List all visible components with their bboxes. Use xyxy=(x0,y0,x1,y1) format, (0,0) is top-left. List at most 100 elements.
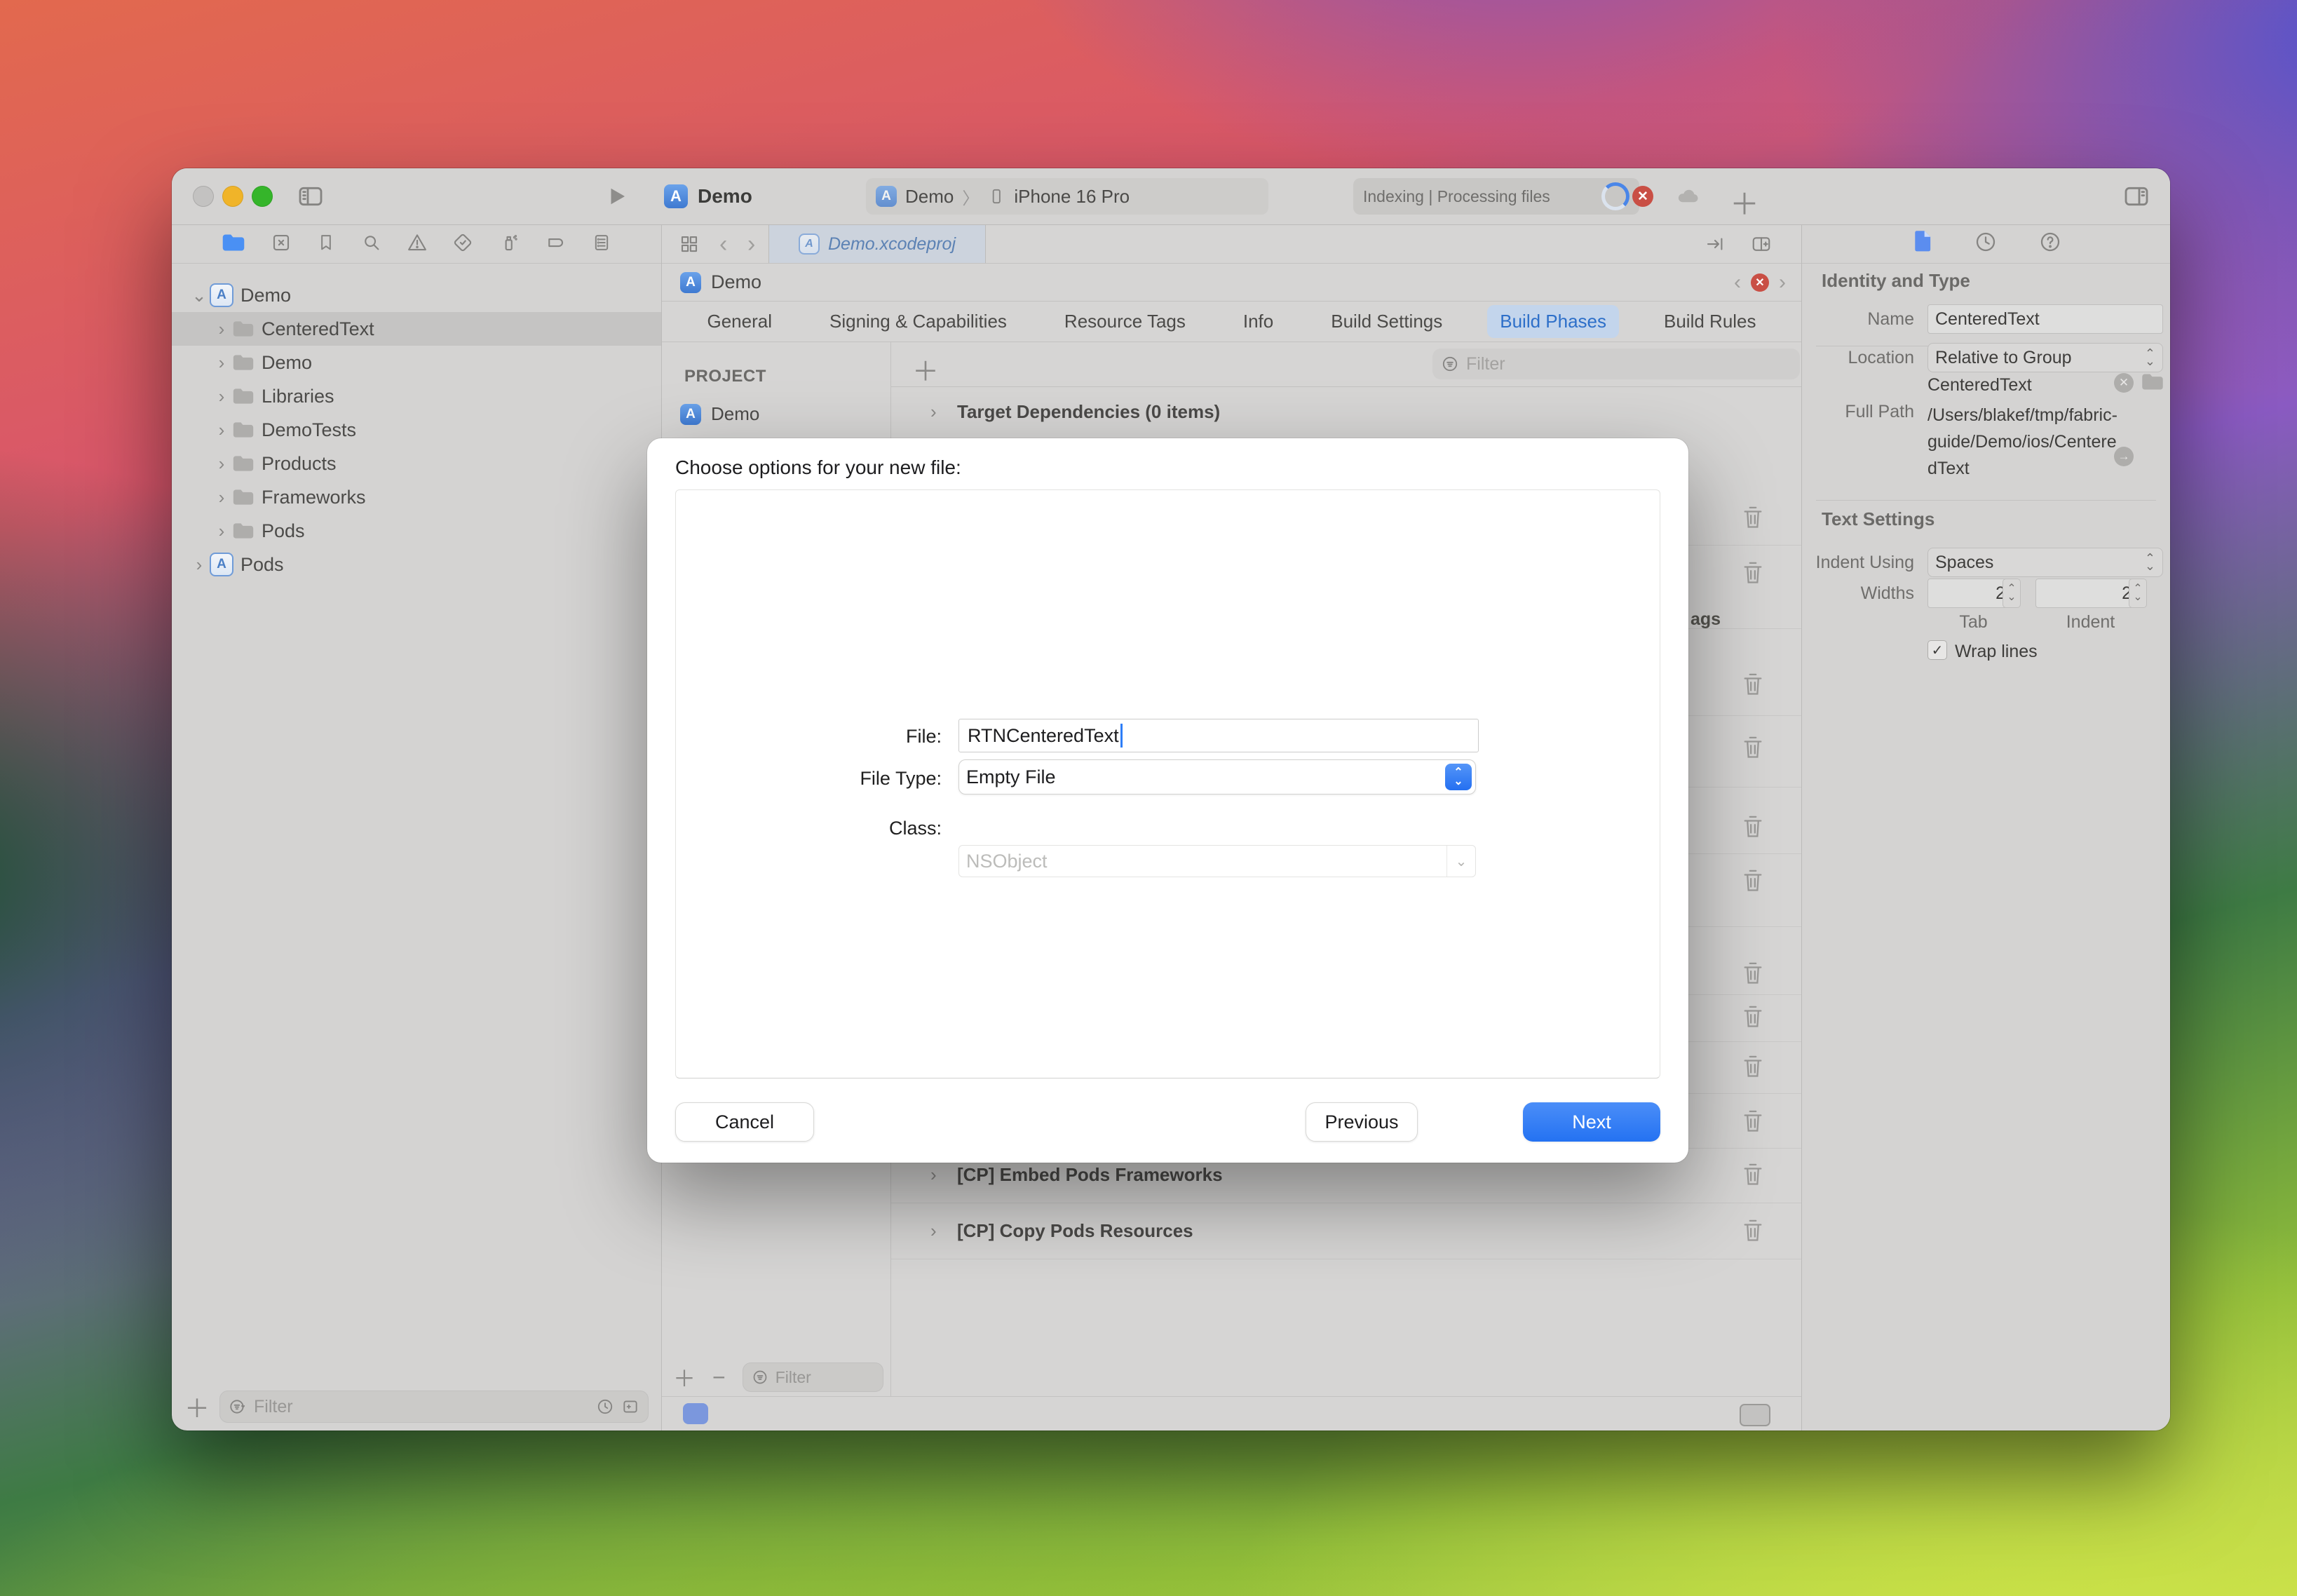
choose-folder-icon[interactable] xyxy=(2141,372,2164,391)
editor-options-icon[interactable] xyxy=(1740,1404,1770,1426)
disclosure-chevron-icon[interactable]: › xyxy=(211,318,232,340)
indent-width-field[interactable]: 2 xyxy=(2035,579,2139,608)
history-inspector-icon[interactable] xyxy=(1974,231,1997,258)
bookmark-icon[interactable] xyxy=(316,232,336,257)
file-name-input[interactable]: RTNCenteredText xyxy=(958,719,1479,752)
tree-item-centeredtext[interactable]: › CenteredText xyxy=(172,312,661,346)
indent-width-stepper[interactable]: ⌃⌄ xyxy=(2129,579,2147,608)
tree-item-products[interactable]: › Products xyxy=(172,447,661,480)
file-inspector-icon[interactable] xyxy=(1911,230,1932,259)
forward-arrow-icon[interactable]: › xyxy=(747,231,755,258)
target-indicator-icon[interactable] xyxy=(683,1403,708,1424)
delete-phase-icon[interactable] xyxy=(1741,867,1765,894)
disclosure-chevron-icon[interactable]: › xyxy=(930,401,937,423)
search-icon[interactable] xyxy=(361,232,382,257)
target-filter-field[interactable]: Filter xyxy=(743,1362,883,1392)
report-navigator-icon[interactable] xyxy=(592,232,611,257)
library-plus-icon[interactable]: ＋ xyxy=(1730,181,1759,224)
tab-width-stepper[interactable]: ⌃⌄ xyxy=(2003,579,2021,608)
disclosure-chevron-icon[interactable]: › xyxy=(211,520,232,542)
delete-phase-icon[interactable] xyxy=(1741,1108,1765,1135)
disclosure-chevron-icon[interactable]: › xyxy=(930,1164,937,1186)
disclosure-chevron-icon[interactable]: › xyxy=(211,352,232,374)
tab-signing-capabilities[interactable]: Signing & Capabilities xyxy=(817,305,1019,338)
disclosure-chevron-icon[interactable]: › xyxy=(930,1220,937,1242)
tree-item-demo-project[interactable]: ⌄ A Demo xyxy=(172,278,661,312)
tree-item-frameworks[interactable]: › Frameworks xyxy=(172,480,661,514)
run-destination[interactable]: iPhone 16 Pro xyxy=(1014,186,1130,208)
file-type-popup[interactable]: Empty File ⌃⌄ xyxy=(958,759,1476,794)
issue-navigator-icon[interactable] xyxy=(407,232,428,257)
remove-target-icon[interactable]: − xyxy=(712,1365,726,1391)
window-titlebar[interactable]: A Demo A Demo 〉 iPhone 16 Pro Indexing |… xyxy=(172,168,2170,225)
next-button[interactable]: Next xyxy=(1523,1102,1660,1142)
add-filter-icon[interactable] xyxy=(621,1398,639,1416)
class-combo-box[interactable]: NSObject ⌄ xyxy=(958,845,1476,877)
tab-general[interactable]: General xyxy=(694,305,785,338)
phases-filter-field[interactable]: Filter xyxy=(1432,349,1800,379)
scheme-name[interactable]: Demo xyxy=(905,186,954,208)
delete-phase-icon[interactable] xyxy=(1741,1003,1765,1030)
add-item-icon[interactable]: ＋ xyxy=(184,1388,210,1425)
tab-resource-tags[interactable]: Resource Tags xyxy=(1052,305,1198,338)
delete-phase-icon[interactable] xyxy=(1741,504,1765,531)
phase-row-copy-pods[interactable]: › [CP] Copy Pods Resources xyxy=(891,1211,1801,1250)
location-popup[interactable]: Relative to Group ⌃⌄ xyxy=(1927,343,2163,372)
scheme-selector[interactable]: A Demo 〉 iPhone 16 Pro xyxy=(866,178,1268,215)
delete-phase-icon[interactable] xyxy=(1741,960,1765,987)
add-build-phase-icon[interactable]: ＋ xyxy=(912,350,939,388)
navigator-filter-field[interactable]: Filter xyxy=(219,1391,649,1423)
tab-build-phases[interactable]: Build Phases xyxy=(1487,305,1619,338)
error-count-badge[interactable]: ✕ xyxy=(1632,186,1653,207)
breakpoint-navigator-icon[interactable] xyxy=(544,232,567,257)
disclosure-chevron-icon[interactable]: › xyxy=(211,386,232,407)
related-items-icon[interactable] xyxy=(679,234,700,255)
indent-using-popup[interactable]: Spaces ⌃⌄ xyxy=(1927,548,2163,577)
delete-phase-icon[interactable] xyxy=(1741,1161,1765,1188)
issue-error-badge[interactable]: ✕ xyxy=(1751,273,1769,292)
next-issue-icon[interactable]: › xyxy=(1779,271,1786,295)
debug-navigator-icon[interactable] xyxy=(499,232,520,257)
prev-issue-icon[interactable]: ‹ xyxy=(1734,271,1741,295)
delete-phase-icon[interactable] xyxy=(1741,1053,1765,1080)
tree-item-demo-folder[interactable]: › Demo xyxy=(172,346,661,379)
project-item-demo[interactable]: A Demo xyxy=(680,403,759,425)
minimize-window-button[interactable] xyxy=(222,186,243,207)
disclosure-chevron-icon[interactable]: › xyxy=(211,487,232,508)
delete-phase-icon[interactable] xyxy=(1741,671,1765,698)
disclosure-chevron-icon[interactable]: › xyxy=(211,419,232,441)
tree-item-pods-project[interactable]: › A Pods xyxy=(172,548,661,581)
tree-item-libraries[interactable]: › Libraries xyxy=(172,379,661,413)
code-review-icon[interactable] xyxy=(1705,234,1726,255)
back-arrow-icon[interactable]: ‹ xyxy=(719,231,727,258)
add-editor-icon[interactable] xyxy=(1751,234,1772,255)
editor-tab-demo-xcodeproj[interactable]: A Demo.xcodeproj xyxy=(768,225,986,263)
disclosure-chevron-icon[interactable]: ⌄ xyxy=(189,285,210,306)
previous-button[interactable]: Previous xyxy=(1306,1102,1418,1142)
cancel-button[interactable]: Cancel xyxy=(675,1102,814,1142)
delete-phase-icon[interactable] xyxy=(1741,1217,1765,1244)
delete-phase-icon[interactable] xyxy=(1741,734,1765,761)
tree-item-demotests[interactable]: › DemoTests xyxy=(172,413,661,447)
tab-build-rules[interactable]: Build Rules xyxy=(1651,305,1769,338)
name-field[interactable]: CenteredText xyxy=(1927,304,2163,334)
delete-phase-icon[interactable] xyxy=(1741,560,1765,586)
tab-info[interactable]: Info xyxy=(1231,305,1286,338)
add-target-icon[interactable]: ＋ xyxy=(673,1361,696,1393)
wrap-lines-checkbox[interactable]: ✓ xyxy=(1927,640,1947,660)
test-navigator-icon[interactable] xyxy=(452,232,473,257)
tree-item-pods-folder[interactable]: › Pods xyxy=(172,514,661,548)
tab-build-settings[interactable]: Build Settings xyxy=(1318,305,1455,338)
run-button[interactable] xyxy=(604,184,629,209)
toggle-navigator-icon[interactable] xyxy=(297,182,325,210)
clear-location-icon[interactable]: ✕ xyxy=(2114,373,2134,393)
zoom-window-button[interactable] xyxy=(252,186,273,207)
breadcrumb[interactable]: Demo xyxy=(711,271,761,293)
tab-width-field[interactable]: 2 xyxy=(1927,579,2013,608)
project-navigator-icon[interactable] xyxy=(222,233,245,256)
delete-phase-icon[interactable] xyxy=(1741,813,1765,840)
quick-help-icon[interactable] xyxy=(2039,231,2061,258)
disclosure-chevron-icon[interactable]: › xyxy=(211,453,232,475)
toggle-inspector-icon[interactable] xyxy=(2122,182,2150,210)
recent-clock-icon[interactable] xyxy=(596,1398,614,1416)
